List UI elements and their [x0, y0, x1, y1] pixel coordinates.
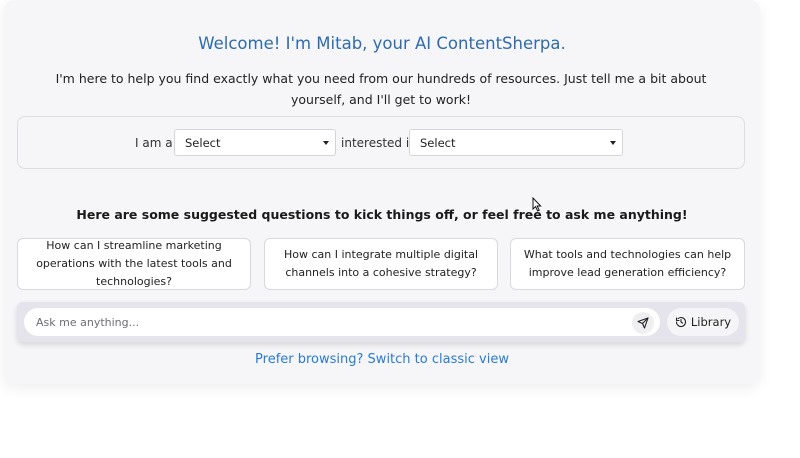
role-select[interactable]: Select — [174, 129, 336, 156]
chat-input[interactable] — [24, 308, 660, 336]
suggestion-text: How can I streamline marketing operation… — [36, 239, 232, 288]
chat-bar: Library — [17, 302, 745, 342]
interest-select[interactable]: Select — [409, 129, 623, 156]
library-label: Library — [690, 315, 732, 329]
page-title: Welcome! I'm Mitab, your AI ContentSherp… — [198, 34, 566, 53]
welcome-card: Welcome! I'm Mitab, your AI ContentSherp… — [4, 0, 760, 384]
role-label: I am a — [135, 136, 173, 150]
suggestion-card-2[interactable]: How can I integrate multiple digital cha… — [264, 238, 498, 290]
suggestion-card-3[interactable]: What tools and technologies can help imp… — [510, 238, 745, 290]
send-button[interactable] — [632, 312, 654, 334]
suggestions-heading: Here are some suggested questions to kic… — [76, 207, 688, 222]
interest-select-value: Select — [420, 136, 456, 150]
library-button[interactable]: Library — [667, 308, 739, 336]
interest-label: interested in — [341, 136, 417, 150]
mouse-pointer-icon — [532, 197, 542, 212]
role-select-value: Select — [185, 136, 221, 150]
history-icon — [675, 316, 686, 328]
chevron-down-icon — [323, 141, 329, 145]
profile-selector-panel: I am a Select interested in Select — [17, 116, 745, 169]
chevron-down-icon — [610, 141, 616, 145]
suggestion-text: How can I integrate multiple digital cha… — [283, 248, 479, 279]
suggestion-text: What tools and technologies can help imp… — [523, 248, 732, 279]
send-icon — [637, 317, 649, 329]
suggestion-card-1[interactable]: How can I streamline marketing operation… — [17, 238, 251, 290]
intro-text: I'm here to help you find exactly what y… — [55, 71, 707, 107]
classic-view-link[interactable]: Prefer browsing? Switch to classic view — [4, 352, 760, 367]
